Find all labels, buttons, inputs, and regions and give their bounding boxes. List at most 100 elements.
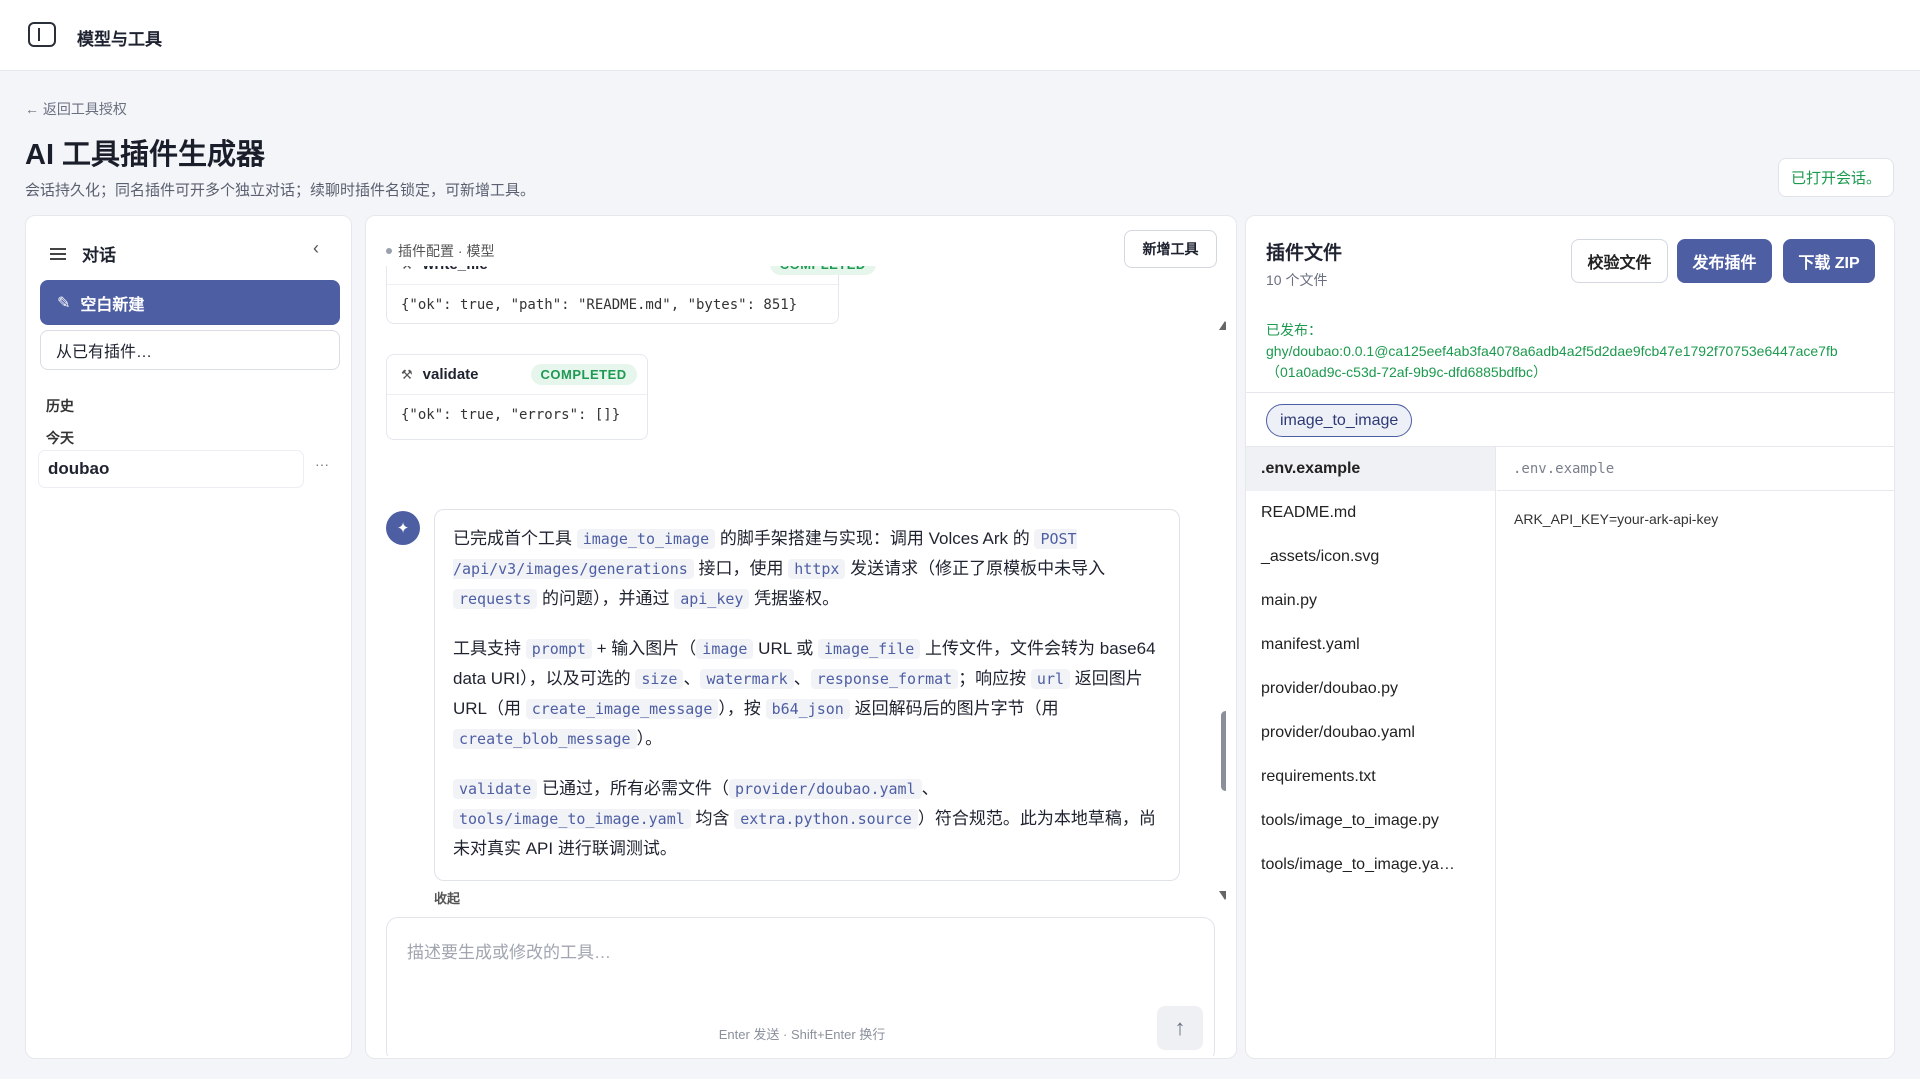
inline-code: image_file [818,639,921,659]
published-label: 已发布： [1266,322,1322,338]
chevron-left-icon[interactable]: ‹ [313,238,319,259]
tool-call-header[interactable]: ⚒ write_file COMPLETED [387,266,876,285]
message-text: 、 [793,669,811,688]
inline-code: prompt [525,639,592,659]
file-item[interactable]: manifest.yaml [1246,623,1495,667]
scrollbar-thumb[interactable] [1221,711,1226,791]
message-text: 接口，使用 [693,559,789,578]
page-subtitle: 会话持久化；同名插件可开多个独立对话；续聊时插件名锁定，可新增工具。 [25,182,536,199]
session-status-badge: 已打开会话。 [1778,158,1894,197]
file-list: .env.example README.md _assets/icon.svg … [1246,447,1496,1058]
app-title: 模型与工具 [77,30,162,49]
message-text: 已通过，所有必需文件（ [537,779,729,798]
message-text: + 输入图片（ [591,639,697,658]
from-existing-plugin-button[interactable]: 从已有插件… [40,330,340,370]
chat-meta-label: 插件配置 · 模型 [398,243,495,259]
inline-code: extra.python.source [734,809,918,829]
top-bar: 模型与工具 [0,0,1920,71]
today-label: 今天 [46,430,74,446]
file-item[interactable]: .env.example [1246,447,1495,491]
file-viewer-filename: .env.example [1497,447,1894,491]
tool-call-output: {"ok": true, "errors": []} [401,407,621,423]
file-item[interactable]: provider/doubao.py [1246,667,1495,711]
new-blank-button[interactable]: ✎ 空白新建 [40,280,340,325]
menu-icon [50,247,66,260]
back-link[interactable]: ← 返回工具授权 [25,99,127,119]
message-text: 均含 [690,809,735,828]
tool-call-name: validate [422,366,479,383]
tool-call-card: ⚒ validate COMPLETED {"ok": true, "error… [386,354,648,440]
file-content: ARK_API_KEY=your-ark-api-key [1514,511,1719,527]
file-item[interactable]: tools/image_to_image.py [1246,799,1495,843]
message-text: 的问题），并通过 [537,589,675,608]
chat-scroll-area[interactable]: ⚒ write_file COMPLETED {"ok": true, "pat… [366,266,1226,1056]
inline-code: b64_json [765,699,850,719]
message-text: 、 [921,779,939,798]
assistant-avatar-icon: ✦ [386,511,420,545]
status-badge: COMPLETED [769,266,876,275]
inline-code: url [1030,669,1071,689]
new-blank-label: 空白新建 [80,296,145,314]
collapse-link[interactable]: 收起 [434,888,460,907]
inline-code: image_to_image [576,529,716,549]
message-text: 已完成首个工具 [453,529,577,548]
published-id: ghy/doubao:0.0.1@ca125eef4ab3fa4078a6adb… [1266,343,1838,359]
file-item[interactable]: _assets/icon.svg [1246,535,1495,579]
history-label: 历史 [46,398,74,414]
message-text: 返回解码后的图片字节（用 [849,699,1059,718]
sidebar-header: 对话 [50,241,116,266]
tool-icon: ⚒ [401,266,413,273]
message-paragraph: 工具支持 prompt + 输入图片（ image URL 或 image_fil… [453,634,1161,754]
inline-code: provider/doubao.yaml [728,779,922,799]
message-paragraph: 已完成首个工具 image_to_image 的脚手架搭建与实现：调用 Volc… [453,524,1161,614]
inline-code: response_format [810,669,959,689]
file-item[interactable]: tools/image_to_image.ya… [1246,843,1495,887]
message-text: 发送请求（修正了原模板中未导入 [845,559,1106,578]
message-text: 的脚手架搭建与实现：调用 Volces Ark 的 [715,529,1035,548]
tool-icon: ⚒ [401,366,413,382]
message-text: ；响应按 [958,669,1031,688]
scroll-down-arrow-icon[interactable] [1219,891,1226,900]
file-count: 10 个文件 [1266,272,1328,288]
sidebar-toggle-icon[interactable] [28,22,56,47]
message-text: 、 [683,669,701,688]
download-zip-button[interactable]: 下载 ZIP [1783,239,1875,283]
divider [1246,392,1894,393]
conversation-item[interactable]: doubao [38,450,304,488]
tool-chip[interactable]: image_to_image [1266,404,1413,437]
inline-code: watermark [700,669,794,689]
status-badge: COMPLETED [530,364,637,385]
inline-code: image [696,639,754,659]
scroll-up-arrow-icon[interactable] [1219,321,1226,330]
message-text: URL 或 [753,639,818,658]
more-options-icon[interactable]: ··· [315,456,329,472]
publish-info: 已发布： ghy/doubao:0.0.1@ca125eef4ab3fa4078… [1266,320,1886,383]
message-paragraph: validate 已通过，所有必需文件（ provider/doubao.yaml… [453,774,1161,863]
composer-hint: Enter 发送 · Shift+Enter 换行 [718,1027,886,1042]
inline-code: create_blob_message [453,729,637,749]
file-item[interactable]: main.py [1246,579,1495,623]
published-uuid: （01a0ad9c-c53d-72af-9b9c-dfd6885bdfbc） [1266,364,1547,380]
inline-code: size [635,669,684,689]
chat-panel: 插件配置 · 模型 新增工具 ⚒ write_file COMPLETED {"… [365,215,1237,1059]
inline-code: httpx [788,559,846,579]
message-text: ），按 [718,699,766,718]
plugin-files-panel: 插件文件 10 个文件 校验文件 发布插件 下载 ZIP 已发布： ghy/do… [1245,215,1895,1059]
files-panel-title: 插件文件 [1266,243,1343,264]
conversation-sidebar: 对话 ‹ ✎ 空白新建 从已有插件… 历史 今天 doubao ··· [25,215,352,1059]
status-dot-icon [386,248,392,254]
inline-code: requests [453,589,538,609]
tool-call-card: ⚒ write_file COMPLETED {"ok": true, "pat… [386,266,876,324]
new-tool-button[interactable]: 新增工具 [1124,230,1217,268]
pencil-icon: ✎ [57,294,71,312]
file-item[interactable]: README.md [1246,491,1495,535]
inline-code: api_key [674,589,750,609]
tool-call-header[interactable]: ⚒ validate COMPLETED [387,355,647,395]
publish-plugin-button[interactable]: 发布插件 [1677,239,1772,283]
file-item[interactable]: requirements.txt [1246,755,1495,799]
inline-code: tools/image_to_image.yaml [453,809,691,829]
validate-files-button[interactable]: 校验文件 [1571,239,1668,283]
chat-meta: 插件配置 · 模型 [386,241,494,261]
file-item[interactable]: provider/doubao.yaml [1246,711,1495,755]
message-text: ）。 [636,729,663,748]
